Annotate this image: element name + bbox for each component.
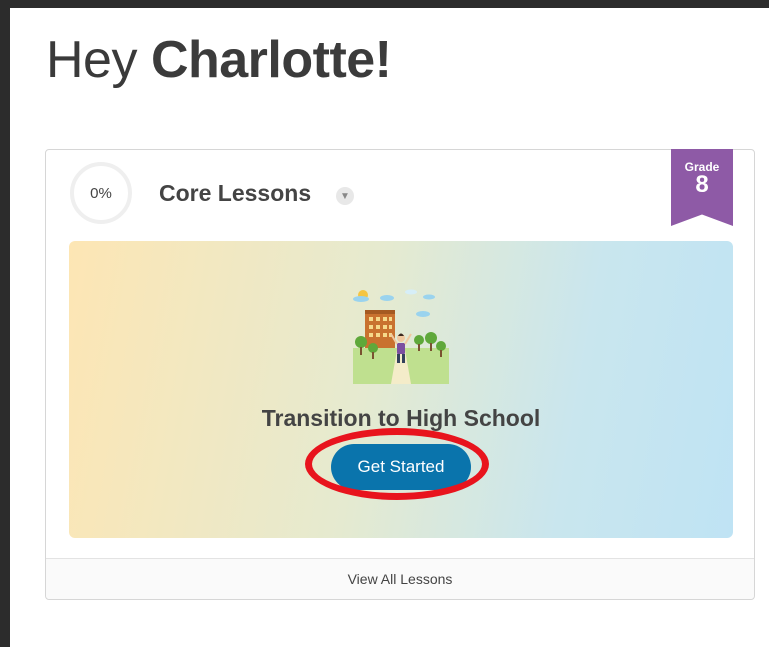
greeting-name: Charlotte! bbox=[150, 31, 392, 89]
school-student-illustration bbox=[353, 289, 449, 384]
progress-indicator: 0% bbox=[70, 162, 132, 224]
view-all-lessons-link[interactable]: View All Lessons bbox=[46, 558, 754, 599]
chevron-down-icon[interactable]: ▼ bbox=[336, 187, 354, 205]
lesson-title: Transition to High School bbox=[261, 405, 541, 431]
window-frame-left bbox=[0, 0, 10, 647]
window-frame-top bbox=[0, 0, 769, 8]
lesson-panel: Transition to High School Get Started bbox=[69, 241, 733, 538]
page: Hey Charlotte! 0% Core Lessons ▼ Grade 8 bbox=[10, 8, 769, 647]
grade-number: 8 bbox=[695, 171, 709, 198]
get-started-button[interactable]: Get Started bbox=[331, 444, 471, 490]
greeting-prefix: Hey bbox=[46, 31, 137, 89]
card-title: Core Lessons bbox=[159, 180, 312, 206]
grade-ribbon: Grade 8 bbox=[671, 149, 733, 226]
greeting-heading: Hey Charlotte! bbox=[46, 30, 392, 90]
core-lessons-card: 0% Core Lessons ▼ Grade 8 Transition to … bbox=[45, 149, 755, 600]
progress-value: 0% bbox=[90, 184, 112, 202]
